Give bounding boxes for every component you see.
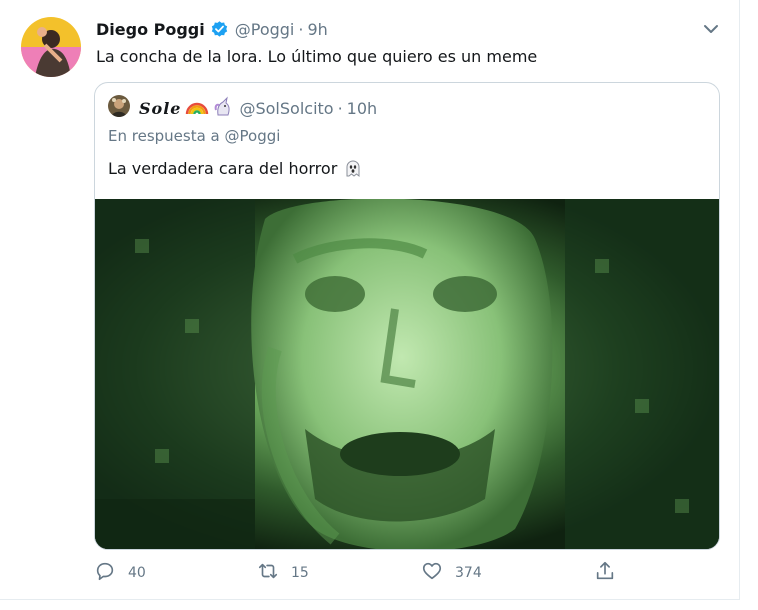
quoted-text: La verdadera cara del horror: [108, 158, 338, 178]
tweet-text: La concha de la lora. Lo último que quie…: [96, 47, 538, 66]
retweet-icon: [257, 560, 279, 586]
ghost-emoji: [343, 158, 363, 178]
quoted-author-handle[interactable]: @SolSolcito: [239, 99, 333, 118]
reply-prefix: En respuesta a: [108, 127, 220, 145]
share-button[interactable]: [594, 560, 616, 586]
reply-icon: [94, 560, 116, 586]
reply-button[interactable]: 40: [94, 560, 146, 586]
heart-icon: [421, 560, 443, 586]
quoted-timestamp[interactable]: 10h: [347, 99, 378, 118]
verified-badge-icon: [210, 20, 229, 39]
retweet-button[interactable]: 15: [257, 560, 309, 586]
reply-count: 40: [128, 565, 146, 581]
reply-context: En respuesta a @Poggi: [108, 127, 280, 145]
tweet-card[interactable]: Diego Poggi @Poggi · 9h La concha de la …: [0, 0, 740, 600]
author-handle[interactable]: @Poggi: [235, 20, 295, 39]
chevron-down-icon[interactable]: [700, 18, 722, 40]
quoted-header: 𝑺𝒐𝒍𝒆 @SolSolcito · 10h: [139, 96, 377, 120]
share-icon: [594, 560, 616, 586]
quoted-author-name[interactable]: 𝑺𝒐𝒍𝒆: [139, 99, 181, 118]
unicorn-emoji: [213, 96, 233, 120]
quoted-author-avatar[interactable]: [108, 95, 130, 117]
quoted-tweet[interactable]: 𝑺𝒐𝒍𝒆 @SolSolcito · 10h En respuesta a @P…: [94, 82, 720, 550]
tweet-actions: 40 15 374: [94, 560, 634, 588]
like-count: 374: [455, 565, 482, 581]
rainbow-emoji: [185, 96, 209, 120]
like-button[interactable]: 374: [421, 560, 482, 586]
quoted-text-line: La verdadera cara del horror: [108, 158, 363, 178]
author-avatar[interactable]: [21, 17, 81, 77]
tweet-timestamp[interactable]: 9h: [307, 20, 327, 39]
quoted-media-image[interactable]: [95, 199, 719, 549]
separator-dot: ·: [298, 20, 304, 39]
separator-dot: ·: [337, 98, 343, 118]
reply-to-link[interactable]: @Poggi: [225, 127, 281, 145]
tweet-header: Diego Poggi @Poggi · 9h: [96, 20, 328, 39]
author-name[interactable]: Diego Poggi: [96, 20, 205, 39]
retweet-count: 15: [291, 565, 309, 581]
